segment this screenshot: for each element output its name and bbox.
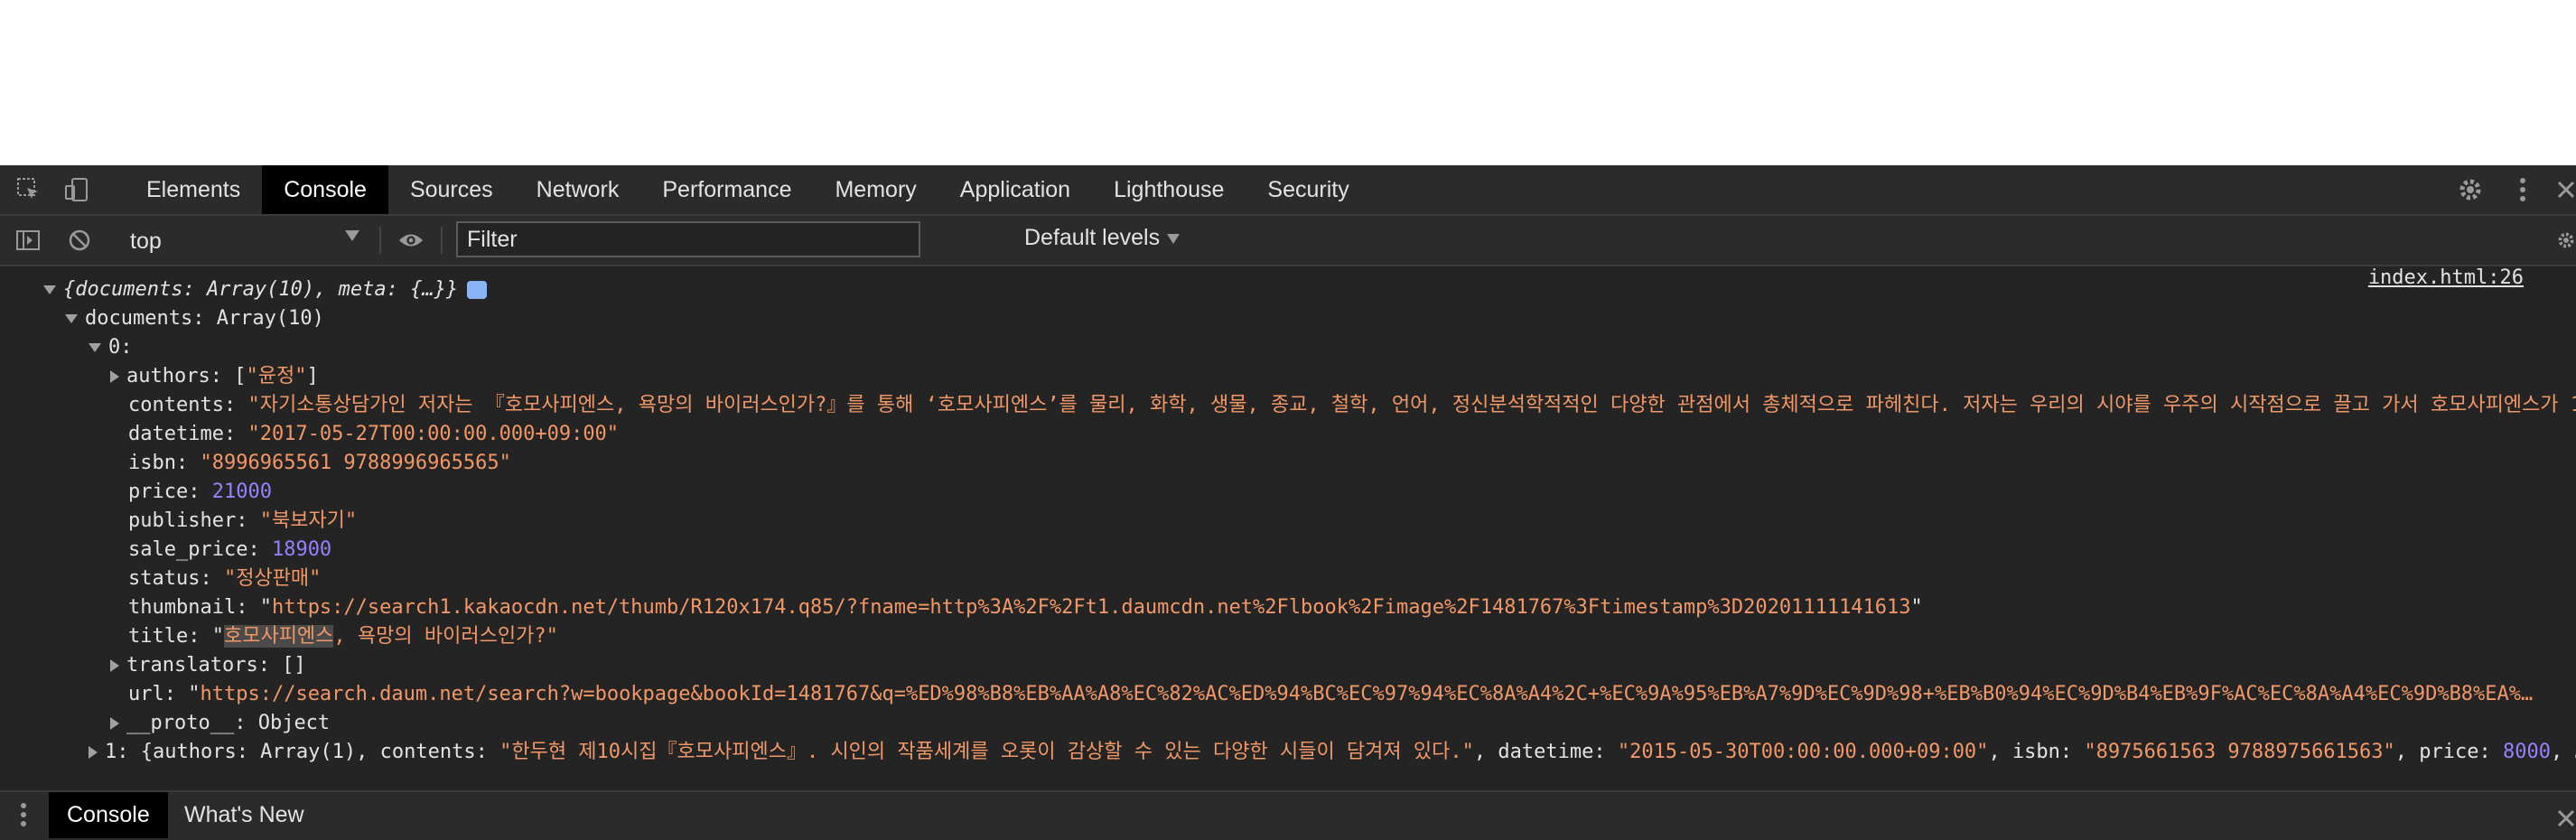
context-selector[interactable]: top [116,223,367,257]
property-row: price: 21000 [128,481,272,503]
divider [379,227,381,254]
tab-network[interactable]: Network [515,165,641,214]
devtools-panel: Elements Console Sources Network Perform… [0,165,2576,840]
tree-node-proto[interactable]: __proto__: Object [0,709,2576,738]
tab-application[interactable]: Application [938,165,1092,214]
expand-arrow-icon[interactable] [110,717,119,730]
more-options-icon[interactable] [2509,176,2536,203]
url-link[interactable]: https://search.daum.net/search?w=bookpag… [200,683,2533,705]
drawer-tab-console[interactable]: Console [49,792,168,838]
page-content-area [0,0,2576,165]
property-row: status: "정상판매" [128,567,322,590]
tree-node-authors[interactable]: authors: ["윤정"] [0,362,2576,391]
console-output: index.html:26 {documents: Array(10), met… [0,266,2576,790]
drawer-bar: Console What's New [0,790,2576,840]
devtools-tab-bar: Elements Console Sources Network Perform… [0,165,2576,216]
tab-lighthouse[interactable]: Lighthouse [1092,165,1246,214]
divider [441,227,443,254]
log-levels-dropdown[interactable]: Default levels [1024,225,1181,251]
close-icon[interactable] [2556,176,2576,203]
property-row: title: "호모사피엔스, 욕망의 바이러스인가?" [128,625,558,648]
log-levels-label: Default levels [1024,225,1161,250]
property-row: isbn: "8996965561 9788996965565" [128,452,511,474]
filter-input[interactable] [456,221,920,257]
eye-icon[interactable] [397,227,425,254]
property-row: url: "https://search.daum.net/search?w=b… [128,683,2534,705]
property-row: publisher: "북보자기" [128,509,358,532]
context-label: top [130,229,162,254]
expand-arrow-icon[interactable] [110,370,119,383]
expand-arrow-icon[interactable] [89,746,98,759]
drawer-tab-whats-new[interactable]: What's New [166,792,322,838]
clear-console-icon[interactable] [66,227,93,254]
tree-node-translators[interactable]: translators: [] [0,651,2576,680]
property-row: thumbnail: "https://search1.kakaocdn.net… [128,596,1923,619]
expand-arrow-icon[interactable] [110,659,119,672]
tree-node-documents[interactable]: documents: Array(10) [0,304,2576,333]
tab-console[interactable]: Console [262,165,388,214]
chevron-down-icon [1167,233,1181,244]
info-icon[interactable] [467,281,488,299]
inspect-element-icon[interactable] [15,176,42,203]
device-toolbar-icon[interactable] [63,176,90,203]
property-row: sale_price: 18900 [128,538,332,561]
console-settings-icon[interactable] [2556,227,2576,254]
tab-performance[interactable]: Performance [640,165,813,214]
tab-sources[interactable]: Sources [388,165,515,214]
close-drawer-icon[interactable] [2556,805,2576,832]
console-toolbar: top Default levels [0,216,2576,266]
expand-arrow-icon[interactable] [65,314,78,323]
expand-arrow-icon[interactable] [43,285,56,294]
chevron-down-icon [345,230,359,241]
sidebar-toggle-icon[interactable] [14,227,42,254]
tab-memory[interactable]: Memory [813,165,938,214]
drawer-menu-icon[interactable] [16,801,31,828]
property-row: contents: "자기소통상담가인 저자는 『호모사피엔스, 욕망의 바이러… [128,394,2576,416]
devtools-tabs: Elements Console Sources Network Perform… [125,165,1371,214]
tree-node-item-1[interactable]: 1: {authors: Array(1), contents: "한두현 제1… [0,738,2576,767]
tree-node-item-0[interactable]: 0: [0,333,2576,362]
tab-elements[interactable]: Elements [125,165,262,214]
expand-arrow-icon[interactable] [89,343,101,352]
property-row: datetime: "2017-05-27T00:00:00.000+09:00… [128,423,620,445]
thumbnail-link[interactable]: https://search1.kakaocdn.net/thumb/R120x… [272,596,1911,619]
tab-security[interactable]: Security [1246,165,1370,214]
log-entry-root[interactable]: {documents: Array(10), meta: {…}} [0,275,2576,304]
gear-icon[interactable] [2457,176,2484,203]
